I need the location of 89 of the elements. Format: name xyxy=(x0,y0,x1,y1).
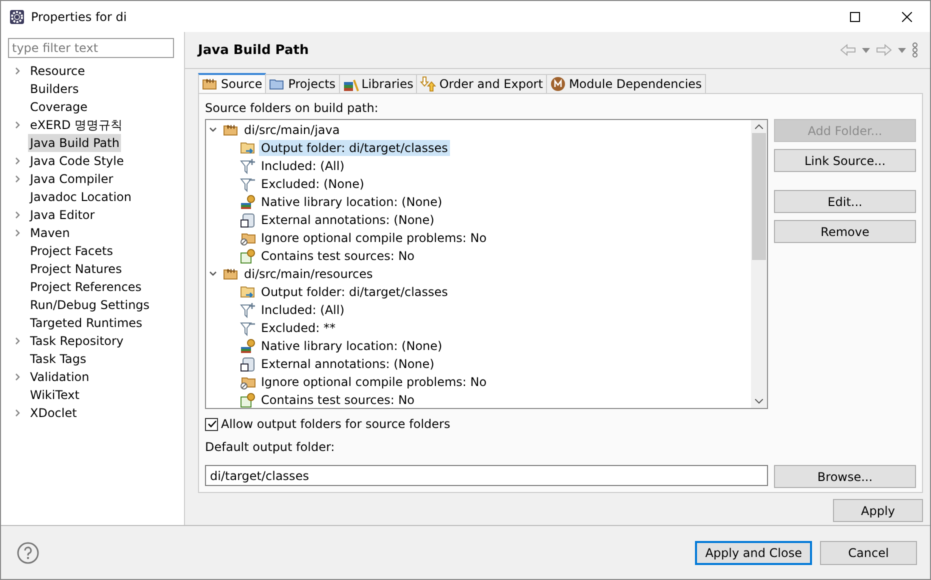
chevron-down-icon[interactable] xyxy=(209,270,217,278)
sidebar-item[interactable]: Targeted Runtimes xyxy=(28,314,144,332)
sidebar-item[interactable]: WikiText xyxy=(28,386,82,404)
filter-minus-icon xyxy=(240,176,256,192)
checkbox-label[interactable]: Allow output folders for source folders xyxy=(221,417,450,431)
chevron-right-icon[interactable] xyxy=(14,157,22,165)
chevron-right-icon[interactable] xyxy=(14,211,22,219)
sidebar-item[interactable]: Java Code Style xyxy=(28,152,126,170)
scrollbar[interactable] xyxy=(751,120,767,408)
tree-item[interactable]: External annotations: (None) xyxy=(259,212,436,228)
dropdown-icon[interactable] xyxy=(898,48,906,52)
apply-button[interactable]: Apply xyxy=(833,499,923,522)
folder-arrow-icon xyxy=(240,140,256,156)
chevron-right-icon[interactable] xyxy=(14,409,22,417)
cancel-button[interactable]: Cancel xyxy=(820,540,917,564)
tree-item[interactable]: Output folder: di/target/classes xyxy=(259,284,450,300)
sidebar-item[interactable]: Javadoc Location xyxy=(28,188,134,206)
help-icon[interactable] xyxy=(17,542,39,564)
tree-item[interactable]: Excluded: (None) xyxy=(259,176,366,192)
tree-item[interactable]: Ignore optional compile problems: No xyxy=(259,230,489,246)
tree-item[interactable]: Contains test sources: No xyxy=(259,392,417,408)
checkbox[interactable] xyxy=(205,418,218,430)
window-title: Properties for di xyxy=(31,10,128,24)
chevron-right-icon[interactable] xyxy=(14,175,22,183)
sidebar-item[interactable]: Validation xyxy=(28,368,92,386)
sidebar-item[interactable]: Run/Debug Settings xyxy=(28,296,152,314)
tree-item[interactable]: Included: (All) xyxy=(259,302,346,318)
output-folder-field[interactable]: di/target/classes xyxy=(205,465,768,486)
tab[interactable]: Order and Export xyxy=(416,74,547,93)
tree-item[interactable]: Native library location: (None) xyxy=(259,194,444,210)
scroll-up-icon[interactable] xyxy=(755,124,763,129)
module-icon xyxy=(550,76,566,92)
tab[interactable]: Libraries xyxy=(338,74,418,93)
scroll-down-icon[interactable] xyxy=(755,399,763,404)
tree-item[interactable]: Ignore optional compile problems: No xyxy=(259,374,489,390)
package-folder-icon xyxy=(202,76,218,92)
sidebar-item[interactable]: Project References xyxy=(28,278,144,296)
gear-icon xyxy=(9,8,25,24)
page-title: Java Build Path xyxy=(198,42,310,58)
folder-arrow-icon xyxy=(240,284,256,300)
field-label: Default output folder: xyxy=(205,439,336,455)
sidebar-item[interactable]: XDoclet xyxy=(28,404,79,422)
forward-arrow-icon[interactable] xyxy=(876,44,892,56)
chevron-right-icon[interactable] xyxy=(14,121,22,129)
browse-button[interactable]: Browse... xyxy=(774,465,916,488)
filter-field[interactable]: type filter text xyxy=(8,38,174,58)
tree-item[interactable]: di/src/main/resources xyxy=(242,266,375,282)
chevron-right-icon[interactable] xyxy=(14,229,22,237)
back-arrow-icon[interactable] xyxy=(840,44,856,56)
sidebar-item[interactable]: Java Editor xyxy=(28,206,97,224)
sidebar-item[interactable]: Java Compiler xyxy=(28,170,116,188)
chevron-right-icon[interactable] xyxy=(14,67,22,75)
sidebar-item[interactable]: Maven xyxy=(28,224,72,242)
tab[interactable]: Source xyxy=(198,73,266,93)
close-icon xyxy=(902,12,912,22)
tree-item[interactable]: Native library location: (None) xyxy=(259,338,444,354)
tab[interactable]: Module Dependencies xyxy=(546,74,706,93)
package-folder-icon xyxy=(223,266,239,282)
sidebar-item[interactable]: Task Repository xyxy=(28,332,126,350)
tree-item[interactable]: Contains test sources: No xyxy=(259,248,417,264)
chevron-down-icon[interactable] xyxy=(209,126,217,134)
action-button[interactable]: Edit... xyxy=(774,190,916,213)
sidebar-item[interactable]: Builders xyxy=(28,80,81,98)
tree-item[interactable]: di/src/main/java xyxy=(242,122,342,138)
tree-item[interactable]: Excluded: ** xyxy=(259,320,338,336)
tree-item[interactable]: External annotations: (None) xyxy=(259,356,436,372)
action-button[interactable]: Link Source... xyxy=(774,149,916,172)
sidebar-item[interactable]: Java Build Path xyxy=(28,134,122,152)
sidebar-item[interactable]: Resource xyxy=(28,62,88,80)
filter-plus-icon xyxy=(240,302,256,318)
sidebar-item[interactable]: Project Natures xyxy=(28,260,124,278)
sidebar-item[interactable]: Project Facets xyxy=(28,242,115,260)
maximize-icon xyxy=(850,12,860,22)
tab[interactable]: Projects xyxy=(265,74,340,93)
sidebar-item[interactable]: Task Tags xyxy=(28,350,88,368)
sidebar-item[interactable]: Coverage xyxy=(28,98,90,116)
section-label: Source folders on build path: xyxy=(205,100,380,116)
chevron-right-icon[interactable] xyxy=(14,337,22,345)
action-button[interactable]: Remove xyxy=(774,220,916,243)
dropdown-icon[interactable] xyxy=(862,48,870,52)
tree-item[interactable]: Included: (All) xyxy=(259,158,346,174)
chevron-right-icon[interactable] xyxy=(14,373,22,381)
filter-plus-icon xyxy=(240,158,256,174)
apply-and-close-button[interactable]: Apply and Close xyxy=(695,540,812,564)
tree-item[interactable]: Output folder: di/target/classes xyxy=(259,140,450,156)
filter-minus-icon xyxy=(240,320,256,336)
more-icon[interactable] xyxy=(912,42,918,58)
package-folder-icon xyxy=(223,122,239,138)
sidebar-item[interactable]: eXERD 명명규칙 xyxy=(28,116,125,134)
